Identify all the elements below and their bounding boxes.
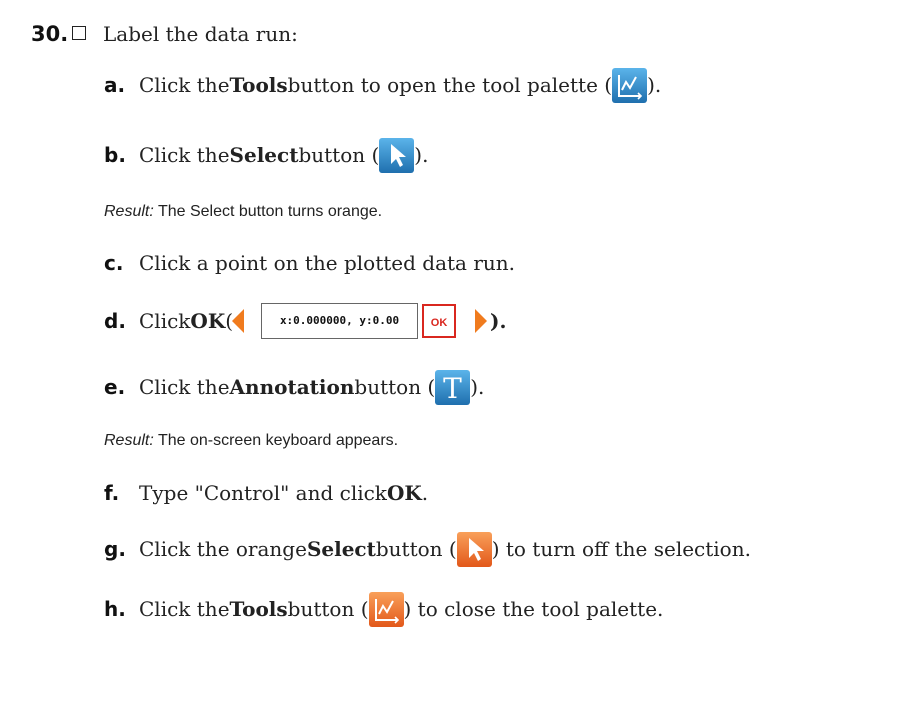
substep-b: b. Click the Select button ( ). (104, 134, 428, 176)
substep-text: button ( (354, 375, 436, 399)
substep-e: e. Click the Annotation button ( T ). (104, 366, 484, 408)
substep-f: f. Type "Control" and click OK. (104, 478, 428, 508)
substep-text: Click the (139, 597, 230, 621)
substep-text: ). (470, 375, 485, 399)
annotation-t-icon: T (435, 369, 471, 405)
substep-d: d. Click OK ( x:0.000000, y:0.00 OK ). (104, 300, 506, 342)
step-intro: Label the data run: (103, 22, 298, 46)
select-arrow-orange-icon (456, 531, 492, 567)
substep-text: Click (139, 309, 191, 333)
substep-letter: a. (104, 73, 126, 97)
substep-text: button ( (298, 143, 380, 167)
result-label: Result: (104, 203, 154, 220)
select-arrow-icon (379, 137, 415, 173)
substep-text: ) to close the tool palette. (403, 597, 664, 621)
substep-text: ). (647, 73, 662, 97)
substep-letter: g. (104, 537, 126, 561)
substep-text: ). (490, 309, 507, 333)
select-label: Select (229, 143, 299, 167)
substep-text: Click the (139, 143, 230, 167)
substep-c: c. Click a point on the plotted data run… (104, 248, 515, 278)
substep-text: button to open the tool palette ( (287, 73, 613, 97)
substep-text: . (421, 481, 429, 505)
ok-label: OK (386, 481, 422, 505)
tools-label: Tools (229, 597, 288, 621)
substep-text: button ( (375, 537, 457, 561)
substep-a: a. Click the Tools button to open the to… (104, 64, 661, 106)
right-arrow-icon (475, 309, 488, 333)
substep-letter: d. (104, 309, 126, 333)
coordinate-readout: x:0.000000, y:0.00 (261, 303, 419, 339)
substep-text: Click the orange (139, 537, 307, 561)
ok-button[interactable]: OK (422, 304, 457, 338)
substep-text: Click the (139, 73, 230, 97)
result-b: Result: The Select button turns orange. (104, 203, 382, 221)
result-text: The Select button turns orange. (153, 203, 383, 220)
result-label: Result: (104, 432, 154, 449)
result-text: The on-screen keyboard appears. (153, 432, 399, 449)
graph-tools-icon (612, 67, 648, 103)
step-number: 30. (31, 22, 69, 46)
result-e: Result: The on-screen keyboard appears. (104, 432, 398, 450)
substep-text: ). (414, 143, 429, 167)
substep-g: g. Click the orange Select button ( ) to… (104, 528, 751, 570)
select-label: Select (306, 537, 376, 561)
substep-text: Type "Control" and click (139, 481, 387, 505)
substep-text: ) to turn off the selection. (491, 537, 751, 561)
left-arrow-icon (232, 309, 245, 333)
ok-label: OK (190, 309, 226, 333)
substep-letter: f. (104, 481, 120, 505)
graph-tools-orange-icon (368, 591, 404, 627)
substep-letter: e. (104, 375, 126, 399)
substep-text: Click the (139, 375, 230, 399)
substep-letter: c. (104, 251, 124, 275)
substep-h: h. Click the Tools button ( ) to close t… (104, 588, 663, 630)
substep-text: button ( (287, 597, 369, 621)
svg-text:T: T (443, 372, 462, 405)
substep-letter: h. (104, 597, 126, 621)
substep-letter: b. (104, 143, 126, 167)
substep-text: Click a point on the plotted data run. (139, 251, 515, 275)
step-checkbox[interactable] (72, 26, 86, 40)
tools-label: Tools (229, 73, 288, 97)
coordinate-toolbar: x:0.000000, y:0.00 OK (261, 303, 457, 339)
annotation-label: Annotation (229, 375, 355, 399)
